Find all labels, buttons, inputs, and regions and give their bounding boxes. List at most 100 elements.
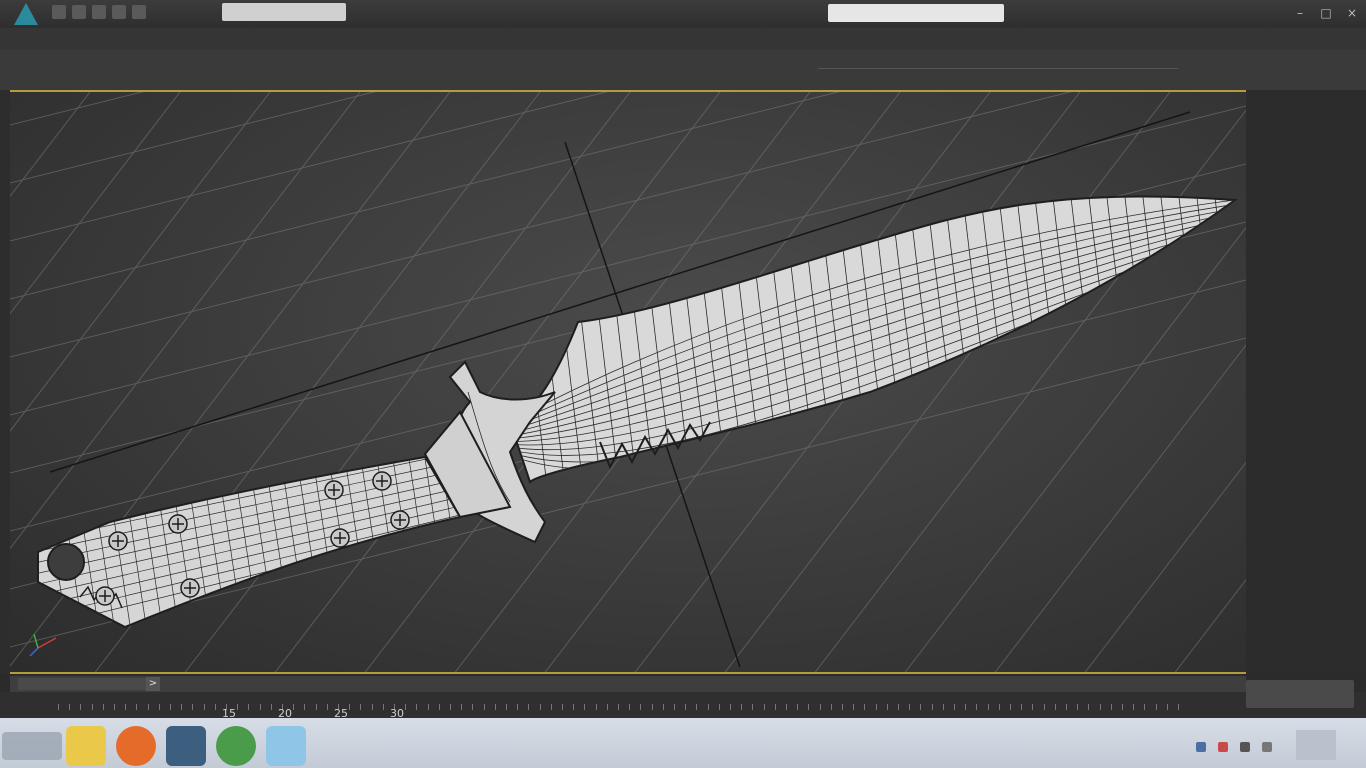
timeline-tick: [203, 704, 205, 710]
timeline-tick: [170, 704, 171, 710]
timeline-tick: [1032, 704, 1034, 710]
timeline-tick: [819, 704, 821, 710]
timeline-tick: [450, 704, 451, 710]
timeline-tick: [237, 704, 239, 710]
timeline-tick: [136, 704, 138, 710]
timeline-tick: [864, 704, 866, 710]
workspace-selector[interactable]: [222, 3, 346, 21]
timeline-tick: [1110, 704, 1112, 710]
timeline-tick: [763, 704, 765, 710]
timeline-tick: [730, 704, 731, 710]
ribbon-toolbar: [0, 50, 1366, 91]
timeline-tick: [416, 704, 418, 710]
prompt-area[interactable]: [1246, 680, 1354, 708]
timeline-tick: [114, 704, 115, 710]
timeline-tick: [573, 704, 575, 710]
3dsmax-icon[interactable]: [166, 726, 206, 766]
timeline-tick: [685, 704, 687, 710]
grid-line: [1084, 461, 1246, 672]
viewport-canvas[interactable]: [10, 92, 1246, 674]
timeline-tick: [58, 704, 59, 710]
firefox-icon[interactable]: [116, 726, 156, 766]
timeline-tick: [248, 704, 250, 710]
grid-line: [10, 92, 145, 126]
tray-battery-icon[interactable]: [1262, 742, 1272, 752]
chrome-icon[interactable]: [216, 726, 256, 766]
timeline-tick: [1077, 704, 1079, 710]
explorer-icon[interactable]: [66, 726, 106, 766]
timeline-tick: [494, 704, 496, 710]
timeline-tick: [69, 704, 71, 710]
timeline-tick: [584, 704, 586, 710]
grid-line: [1174, 579, 1246, 672]
timeline-tick: [741, 704, 743, 710]
tray-network-icon[interactable]: [1196, 742, 1206, 752]
timeline-tick: [349, 704, 351, 710]
timeline-tick: [304, 704, 306, 710]
new-scene-icon[interactable]: [52, 5, 66, 19]
timeline-tick: [1133, 704, 1135, 710]
timeline-tick: [998, 704, 1000, 710]
maximize-button[interactable]: □: [1316, 4, 1336, 22]
timeline-tick: [842, 704, 843, 710]
timeline-tick: [942, 704, 944, 710]
timeline-tick: [125, 704, 127, 710]
timeline-tick: [360, 704, 362, 710]
perspective-viewport[interactable]: [10, 90, 1246, 674]
timeline-tick: [326, 704, 328, 710]
timeline-tick: [539, 704, 541, 710]
timeline-tick: [315, 704, 317, 710]
timeline-tick: [192, 704, 194, 710]
timeline-tick: [461, 704, 463, 710]
timeline-tick: [1010, 704, 1011, 710]
minimize-button[interactable]: –: [1290, 4, 1310, 22]
timeline-tick: [147, 704, 149, 710]
timeline-tick: [674, 704, 675, 710]
blade[interactable]: [508, 195, 1238, 484]
document-icon[interactable]: [266, 726, 306, 766]
timeline-tick: [438, 704, 440, 710]
timeline-tick: [102, 704, 104, 710]
timeline-tick: [382, 704, 384, 710]
next-frame-button[interactable]: >: [146, 677, 160, 691]
tray-clock[interactable]: [1296, 730, 1336, 760]
frame-counter[interactable]: [18, 678, 146, 690]
timeline-tick: [91, 704, 93, 710]
start-button[interactable]: [2, 732, 62, 760]
timeline-tick: [886, 704, 888, 710]
tray-volume-icon[interactable]: [1240, 742, 1250, 752]
knife-mesh[interactable]: [30, 172, 1246, 652]
track-bar[interactable]: 15 20 25 30: [0, 692, 1366, 720]
timeline-tick: [427, 704, 429, 710]
undo-icon[interactable]: [112, 5, 126, 19]
timeline-tick: [898, 704, 899, 710]
title-bar: – □ ×: [0, 0, 1366, 28]
timeline-tick: [181, 704, 183, 710]
save-file-icon[interactable]: [92, 5, 106, 19]
timeline-tick: [931, 704, 933, 710]
tray-flag-icon[interactable]: [1218, 742, 1228, 752]
timeline-tick: [920, 704, 922, 710]
timeline-tick: [270, 704, 272, 710]
timeline-tick: [1043, 704, 1045, 710]
timeline-tick: [1054, 704, 1056, 710]
time-slider[interactable]: [10, 676, 1246, 692]
redo-icon[interactable]: [132, 5, 146, 19]
timeline-tick: [1066, 704, 1067, 710]
ribbon-divider: [818, 68, 1178, 69]
timeline-tick: [606, 704, 608, 710]
timeline-tick: [718, 704, 720, 710]
help-search-input[interactable]: [828, 4, 1004, 22]
timeline-tick: [1166, 704, 1168, 710]
axis-tripod-icon: [29, 633, 57, 657]
3ds-max-window: – □ × > 15 20 25 30: [0, 0, 1366, 768]
timeline-tick: [786, 704, 787, 710]
timeline-tick: [707, 704, 709, 710]
close-button[interactable]: ×: [1342, 4, 1362, 22]
timeline-tick: [293, 704, 295, 710]
timeline-tick: [1122, 704, 1123, 710]
app-logo-icon[interactable]: [14, 3, 38, 25]
timeline-tick: [640, 704, 642, 710]
timeline-tick: [472, 704, 474, 710]
open-file-icon[interactable]: [72, 5, 86, 19]
